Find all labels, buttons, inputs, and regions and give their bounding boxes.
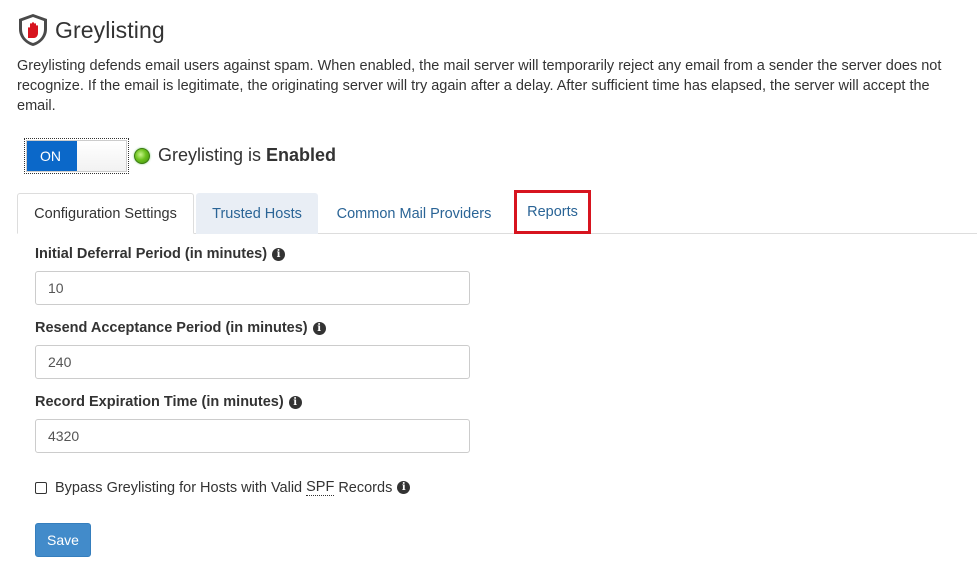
- info-icon[interactable]: i: [288, 395, 302, 409]
- resend-acceptance-input[interactable]: [35, 345, 470, 379]
- page-title: Greylisting: [55, 16, 165, 43]
- save-button[interactable]: Save: [35, 523, 91, 557]
- resend-acceptance-label: Resend Acceptance Period (in minutes) i: [35, 320, 326, 336]
- tab-common-mail-providers[interactable]: Common Mail Providers: [322, 193, 506, 234]
- bypass-spf-label-prefix: Bypass Greylisting for Hosts with Valid: [55, 479, 303, 496]
- tab-configuration-settings[interactable]: Configuration Settings: [17, 193, 194, 234]
- info-icon[interactable]: i: [272, 247, 286, 261]
- shield-hand-icon: [19, 14, 47, 46]
- initial-deferral-label: Initial Deferral Period (in minutes) i: [35, 246, 286, 262]
- greylisting-toggle[interactable]: ON: [24, 138, 129, 174]
- bypass-spf-row: Bypass Greylisting for Hosts with Valid …: [35, 479, 411, 496]
- resend-acceptance-label-text: Resend Acceptance Period (in minutes): [35, 320, 308, 336]
- info-icon[interactable]: i: [312, 321, 326, 335]
- initial-deferral-label-text: Initial Deferral Period (in minutes): [35, 246, 268, 262]
- toggle-on-label: ON: [27, 141, 77, 171]
- status-text: Greylisting is Enabled: [158, 145, 336, 166]
- status-indicator: Greylisting is Enabled: [134, 145, 336, 166]
- initial-deferral-input[interactable]: [35, 271, 470, 305]
- toggle-knob: [77, 141, 126, 171]
- page-header: Greylisting: [17, 12, 165, 48]
- tab-reports[interactable]: Reports: [514, 190, 591, 234]
- info-icon[interactable]: i: [397, 481, 411, 494]
- bypass-spf-checkbox[interactable]: [35, 481, 47, 494]
- status-value: Enabled: [266, 145, 337, 165]
- record-expiration-input[interactable]: [35, 419, 470, 453]
- status-led-icon: [134, 147, 150, 164]
- bypass-spf-label-suffix: Records: [338, 479, 393, 496]
- record-expiration-label-text: Record Expiration Time (in minutes): [35, 394, 284, 410]
- page-description: Greylisting defends email users against …: [17, 58, 942, 114]
- tab-trusted-hosts[interactable]: Trusted Hosts: [196, 193, 318, 234]
- status-prefix: Greylisting is: [158, 145, 267, 165]
- record-expiration-label: Record Expiration Time (in minutes) i: [35, 394, 302, 410]
- spf-abbreviation: SPF: [306, 479, 335, 496]
